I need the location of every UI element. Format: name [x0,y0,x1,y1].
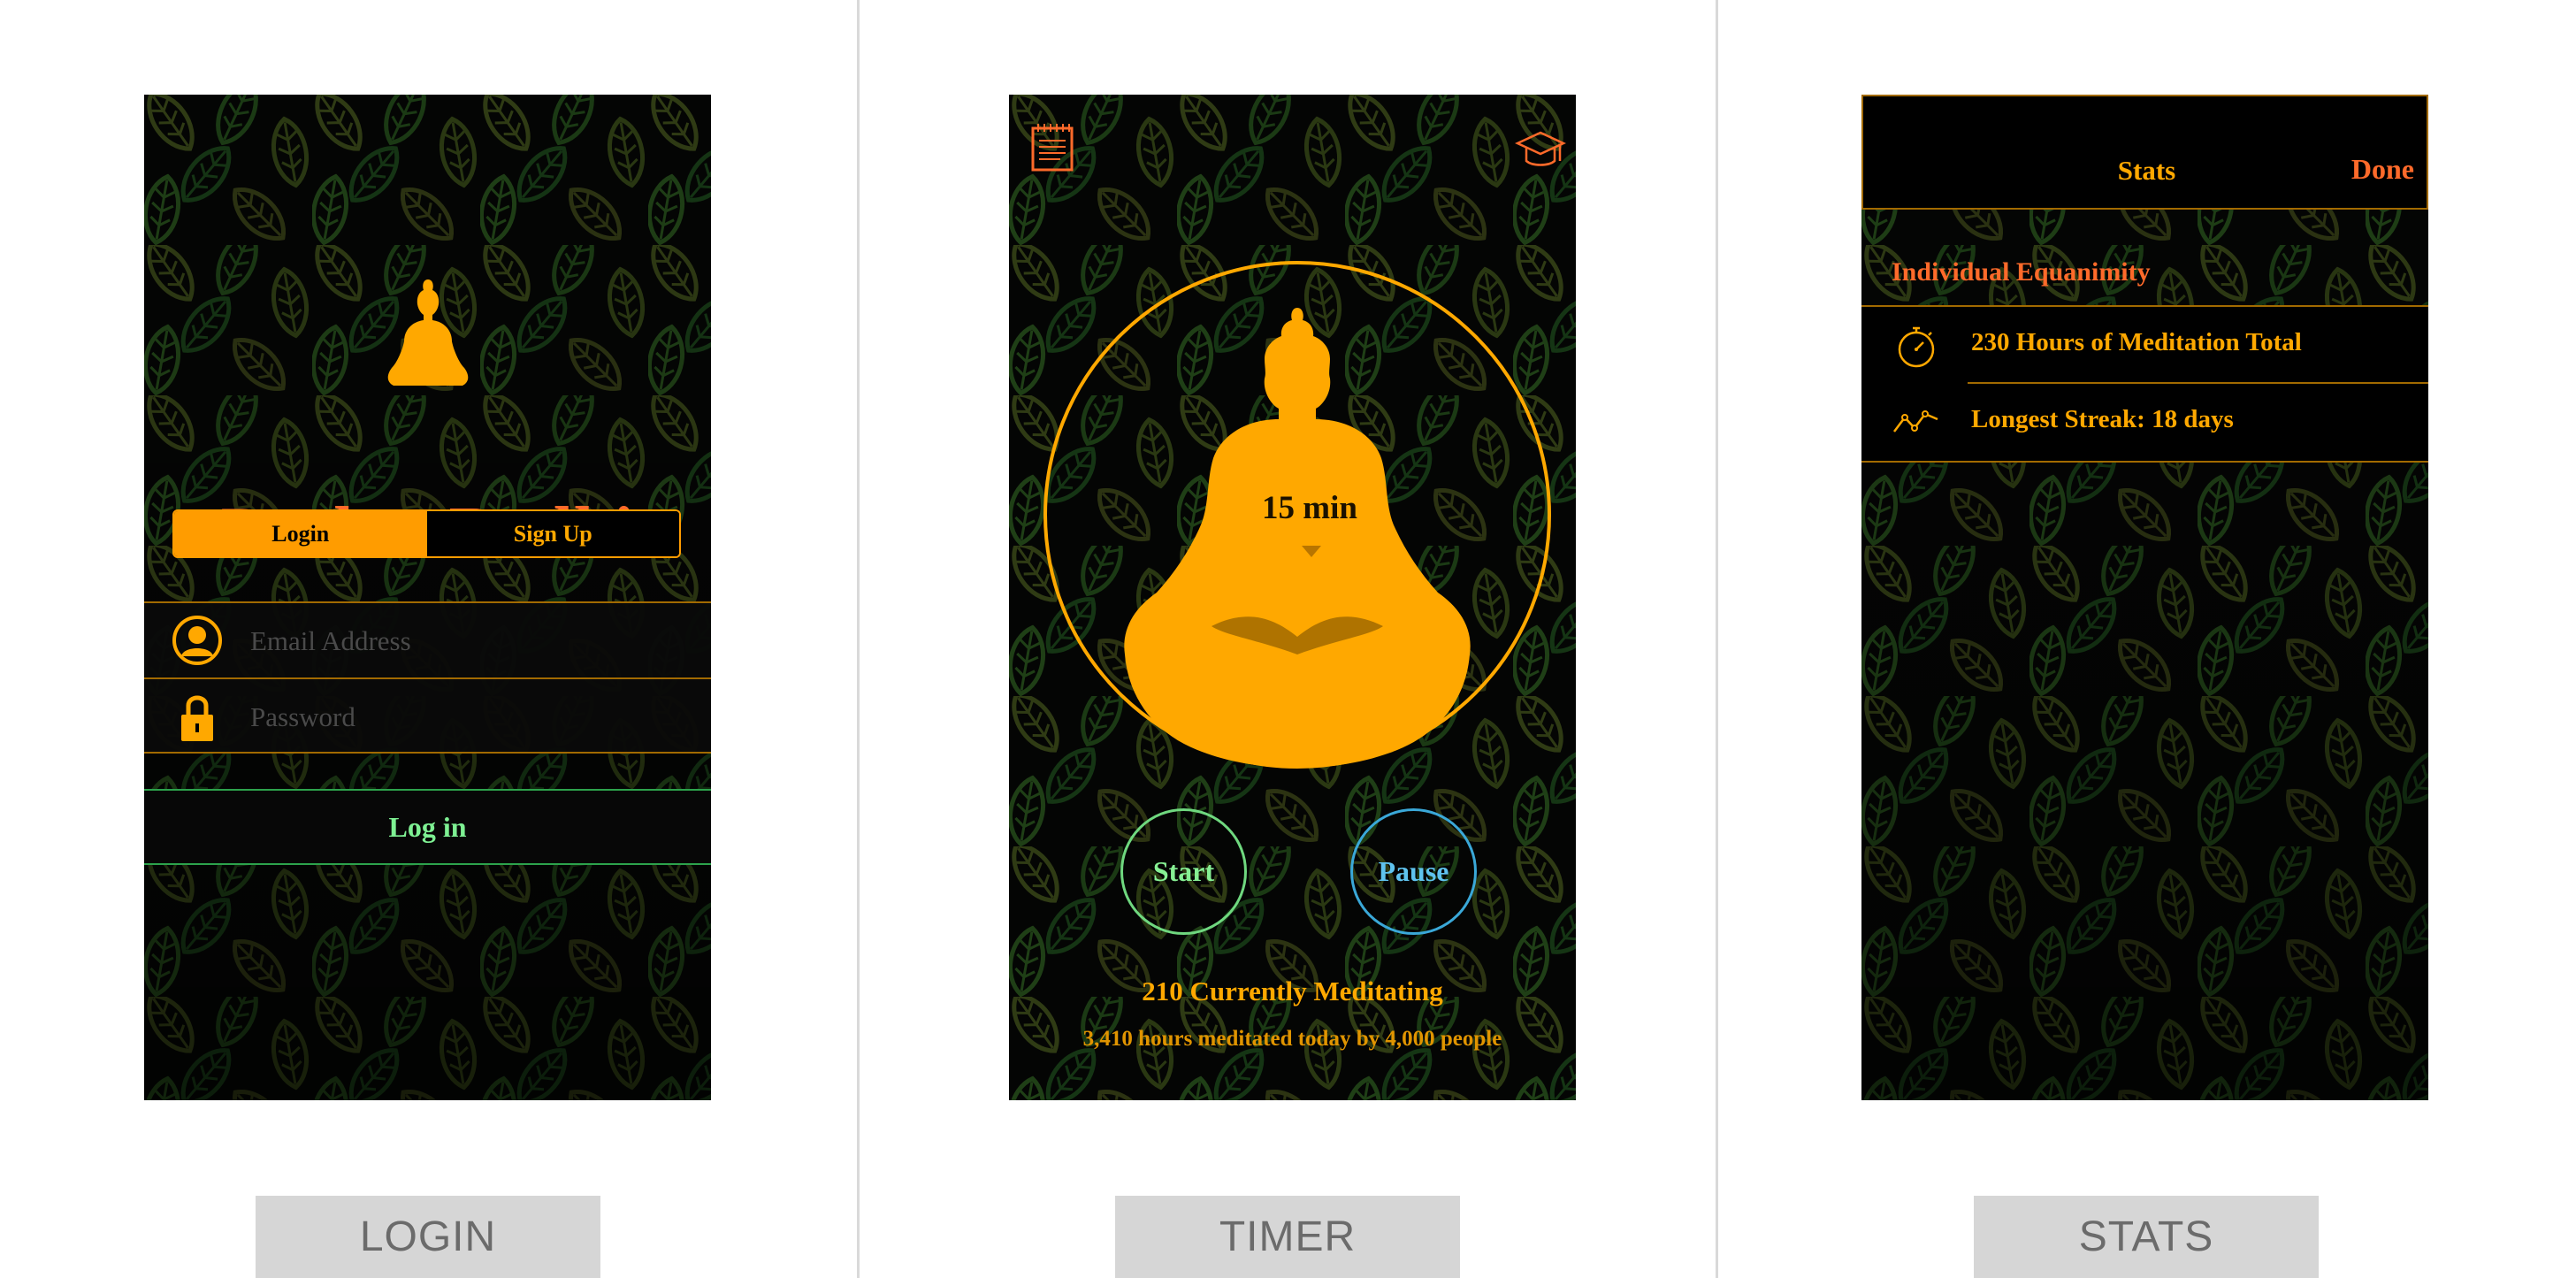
notepad-icon[interactable] [1030,121,1074,172]
stats-screen: Stats Done Individual Equanimity 230 Hou… [1861,95,2428,1100]
stats-header: Stats Done [1861,95,2428,210]
user-icon [172,616,222,665]
buddha-silhouette [1124,308,1471,768]
caption-stats: STATS [1974,1196,2319,1278]
leaf-background [1861,95,2428,1100]
stats-list: 230 Hours of Meditation Total Longest St… [1861,305,2428,463]
password-row [144,679,711,754]
done-button[interactable]: Done [2351,153,2414,186]
currently-meditating-count: 210 Currently Meditating [1142,976,1443,1006]
trend-line-icon [1893,410,1938,432]
login-screen: Pocket Bodhi Login Sign Up Log in [144,95,711,1100]
section-title: Individual Equanimity [1892,257,2151,287]
log-in-button[interactable]: Log in [144,789,711,865]
caption-timer: TIMER [1115,1196,1460,1278]
pause-button[interactable]: Pause [1350,808,1477,935]
graduation-cap-icon[interactable] [1515,126,1566,172]
email-row [144,603,711,679]
list-item: 230 Hours of Meditation Total [1861,307,2428,384]
longest-streak-text: Longest Streak: 18 days [1971,405,2234,433]
email-field[interactable] [248,616,694,667]
start-button[interactable]: Start [1120,808,1247,935]
today-summary: 3,410 hours meditated today by 4,000 peo… [1082,1027,1502,1051]
column-divider-1 [857,0,860,1278]
tab-login[interactable]: Login [174,511,427,556]
tab-sign-up[interactable]: Sign Up [426,511,679,556]
credentials-form [144,601,711,754]
caption-login: LOGIN [256,1196,600,1278]
lock-icon [181,695,213,741]
total-hours-text: 230 Hours of Meditation Total [1971,328,2302,356]
list-item: Longest Streak: 18 days [1861,384,2428,461]
auth-mode-toggle[interactable]: Login Sign Up [172,509,681,558]
stopwatch-icon [1898,326,1935,368]
password-field[interactable] [248,692,694,743]
column-divider-2 [1716,0,1718,1278]
timer-duration[interactable]: 15 min [1248,489,1372,527]
page-title: Stats [2117,155,2176,186]
chevron-down-icon[interactable] [1302,546,1321,557]
leaf-background [144,95,711,1100]
timer-screen: 15 min Start Pause 210 Currently Meditat… [1009,95,1576,1100]
buddha-logo [387,279,469,386]
